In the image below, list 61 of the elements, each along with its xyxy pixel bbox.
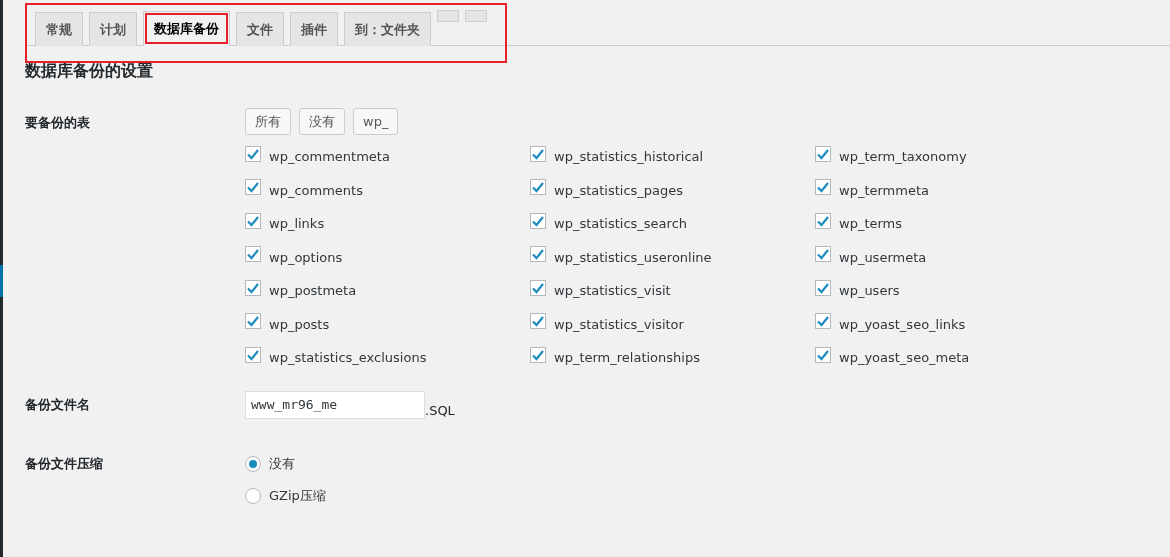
table-name: wp_terms — [839, 216, 903, 232]
checkbox[interactable] — [815, 346, 831, 363]
radio-label: GZip压缩 — [269, 486, 326, 505]
checkbox[interactable] — [530, 212, 546, 229]
filename-field[interactable]: www_mr96_me — [245, 390, 425, 419]
table-name: wp_comments — [269, 182, 363, 198]
checkbox[interactable] — [530, 145, 546, 162]
tab[interactable]: 数据库备份 — [143, 11, 230, 46]
checkbox[interactable] — [245, 145, 261, 162]
checkbox[interactable] — [245, 279, 261, 296]
select-button[interactable]: wp_ — [353, 108, 399, 135]
table-name: wp_commentmeta — [269, 149, 390, 165]
section-heading: 数据库备份的设置 — [25, 61, 154, 82]
radio-label: 没有 — [269, 454, 295, 473]
checkbox[interactable] — [245, 179, 261, 196]
checkbox[interactable] — [530, 313, 546, 330]
table-name: wp_links — [269, 216, 325, 232]
tab[interactable]: 插件 — [290, 12, 338, 46]
table-name: wp_statistics_visit — [554, 283, 671, 299]
table-name: wp_statistics_search — [554, 216, 687, 232]
checkbox[interactable] — [245, 246, 261, 263]
checkbox[interactable] — [815, 246, 831, 263]
file-extension: .SQL — [425, 402, 455, 418]
table-name: wp_yoast_seo_meta — [839, 350, 970, 366]
tab[interactable]: 常规 — [35, 12, 83, 46]
table-name: wp_statistics_historical — [554, 149, 704, 165]
checkbox[interactable] — [815, 179, 831, 196]
radio-button[interactable] — [245, 487, 261, 504]
checkbox[interactable] — [530, 179, 546, 196]
table-name: wp_termmeta — [839, 182, 929, 198]
setting-label: 要备份的表 — [25, 114, 91, 132]
checkbox[interactable] — [530, 246, 546, 263]
checkbox[interactable] — [530, 279, 546, 296]
tab[interactable]: 到：文件夹 — [344, 12, 431, 46]
table-name: wp_statistics_exclusions — [269, 350, 427, 366]
table-name: wp_options — [269, 249, 343, 265]
checkbox[interactable] — [815, 212, 831, 229]
table-name: wp_term_relationships — [554, 350, 700, 366]
checkbox[interactable] — [530, 346, 546, 363]
checkbox[interactable] — [815, 313, 831, 330]
setting-label: 备份文件压缩 — [25, 454, 104, 473]
checkbox[interactable] — [245, 313, 261, 330]
table-name: wp_statistics_useronline — [554, 249, 712, 265]
table-name: wp_statistics_pages — [554, 182, 684, 198]
table-name: wp_postmeta — [269, 283, 357, 299]
checkbox[interactable] — [245, 212, 261, 229]
radio-button[interactable] — [245, 455, 261, 472]
checkbox[interactable] — [815, 279, 831, 296]
checkbox[interactable] — [245, 346, 261, 363]
table-name: wp_users — [839, 283, 900, 299]
select-button[interactable]: 所有 — [245, 108, 291, 135]
table-name: wp_term_taxonomy — [839, 149, 967, 165]
table-name: wp_statistics_visitor — [554, 316, 684, 332]
table-name: wp_posts — [269, 316, 330, 332]
setting-label: 备份文件名 — [25, 395, 91, 414]
select-button[interactable]: 没有 — [299, 108, 345, 135]
tab[interactable]: 计划 — [89, 12, 137, 46]
table-name: wp_usermeta — [839, 249, 927, 265]
table-name: wp_yoast_seo_links — [839, 316, 966, 332]
checkbox[interactable] — [815, 145, 831, 162]
tab[interactable]: 文件 — [236, 12, 284, 46]
